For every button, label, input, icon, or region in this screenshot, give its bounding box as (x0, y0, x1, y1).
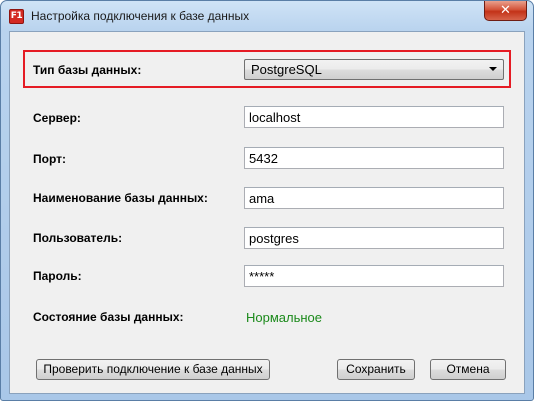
dialog-window: F1 Настройка подключения к базе данных ✕… (0, 0, 534, 401)
chevron-down-icon[interactable] (489, 67, 497, 71)
db-type-select[interactable]: PostgreSQL (244, 59, 504, 80)
app-icon: F1 (9, 9, 24, 24)
server-label: Сервер: (33, 111, 81, 125)
db-name-value: ama (249, 191, 275, 206)
db-status-label: Состояние базы данных: (33, 310, 184, 324)
save-button[interactable]: Сохранить (337, 359, 415, 380)
dialog-body: Тип базы данных: PostgreSQL Сервер: loca… (9, 31, 525, 394)
cancel-button[interactable]: Отмена (430, 359, 506, 380)
title-bar[interactable]: F1 Настройка подключения к базе данных ✕ (1, 1, 533, 31)
user-label: Пользователь: (33, 231, 123, 245)
server-input[interactable]: localhost (244, 106, 504, 128)
db-type-value: PostgreSQL (251, 62, 322, 77)
db-name-label: Наименование базы данных: (33, 191, 208, 205)
user-input[interactable]: postgres (244, 227, 504, 249)
db-name-input[interactable]: ama (244, 187, 504, 209)
user-value: postgres (249, 231, 299, 246)
db-status-value: Нормальное (246, 310, 323, 325)
close-icon: ✕ (500, 3, 511, 18)
server-value: localhost (249, 110, 301, 125)
db-type-label: Тип базы данных: (33, 63, 142, 77)
password-input[interactable]: ***** (244, 265, 504, 287)
test-connection-button[interactable]: Проверить подключение к базе данных (36, 359, 270, 380)
port-value: 5432 (249, 151, 278, 166)
close-button[interactable]: ✕ (484, 1, 527, 21)
window-title: Настройка подключения к базе данных (31, 9, 250, 23)
port-label: Порт: (33, 152, 66, 166)
port-input[interactable]: 5432 (244, 147, 504, 169)
password-label: Пароль: (33, 269, 82, 283)
password-value: ***** (249, 269, 275, 284)
